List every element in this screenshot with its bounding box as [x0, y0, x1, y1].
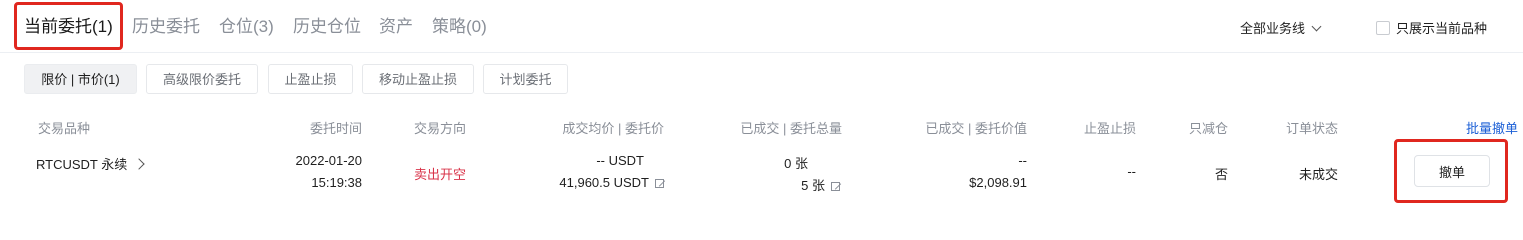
symbol-link[interactable]: RTCUSDT 永续: [36, 154, 145, 173]
subtab-trigger-order[interactable]: 计划委托: [483, 64, 568, 94]
batch-cancel-link[interactable]: 批量撤单: [1410, 118, 1518, 137]
only-current-label: 只展示当前品种: [1396, 21, 1488, 36]
order-time: 15:19:38: [311, 175, 362, 190]
tab-order-history[interactable]: 历史委托: [132, 12, 200, 37]
business-line-select[interactable]: 全部业务线: [1240, 18, 1322, 37]
filled-amount: 0 张: [784, 156, 808, 171]
tab-position-history[interactable]: 历史仓位: [293, 12, 361, 37]
order-date: 2022-01-20: [295, 153, 363, 168]
chevron-right-icon: [133, 158, 145, 170]
tab-positions[interactable]: 仓位(3): [219, 12, 274, 37]
header-side: 交易方向: [414, 121, 467, 136]
edit-price-icon[interactable]: [655, 179, 664, 188]
cancel-order-button[interactable]: 撤单: [1414, 155, 1490, 187]
header-status: 订单状态: [1285, 121, 1338, 136]
tab-strategies[interactable]: 策略(0): [432, 12, 487, 37]
status-badge: 未成交: [1298, 167, 1338, 182]
header-time: 委托时间: [309, 121, 362, 136]
header-reduce-only: 只减仓: [1188, 121, 1228, 136]
order-price-cell: 41,960.5 USDT: [500, 175, 664, 190]
total-amount: 5 张: [801, 178, 825, 193]
header-tpsl: 止盈止损: [1083, 121, 1136, 136]
only-current-checkbox[interactable]: [1376, 21, 1390, 35]
total-amount-cell: 5 张: [700, 175, 840, 194]
subtab-advanced-limit[interactable]: 高级限价委托: [146, 64, 258, 94]
business-line-label: 全部业务线: [1240, 21, 1306, 36]
main-tab-bar: 当前委托(1) 历史委托 仓位(3) 历史仓位 资产 策略(0) 全部业务线 只…: [0, 0, 1523, 53]
header-value: 已成交 | 委托价值: [925, 121, 1027, 136]
header-amount: 已成交 | 委托总量: [740, 121, 842, 136]
avg-fill-price: -- USDT: [596, 153, 644, 168]
subtab-trailing-stop[interactable]: 移动止盈止损: [362, 64, 474, 94]
order-price: 41,960.5 USDT: [559, 175, 649, 190]
edit-amount-icon[interactable]: [831, 182, 840, 191]
order-value: $2,098.91: [969, 175, 1027, 190]
subtab-tp-sl[interactable]: 止盈止损: [268, 64, 353, 94]
header-price: 成交均价 | 委托价: [562, 121, 664, 136]
tab-assets[interactable]: 资产: [379, 12, 413, 37]
chevron-down-icon: [1311, 21, 1322, 32]
header-symbol: 交易品种: [38, 121, 91, 136]
tab-current-orders[interactable]: 当前委托(1): [24, 12, 113, 37]
only-current-symbol-toggle[interactable]: 只展示当前品种: [1376, 18, 1487, 37]
reduce-only-value: 否: [1214, 167, 1228, 182]
symbol-name: RTCUSDT 永续: [36, 157, 128, 172]
tpsl-value: --: [1127, 164, 1136, 179]
subtab-limit-market[interactable]: 限价 | 市价(1): [24, 64, 137, 94]
order-side: 卖出开空: [414, 167, 467, 182]
filled-value: --: [1018, 153, 1027, 168]
